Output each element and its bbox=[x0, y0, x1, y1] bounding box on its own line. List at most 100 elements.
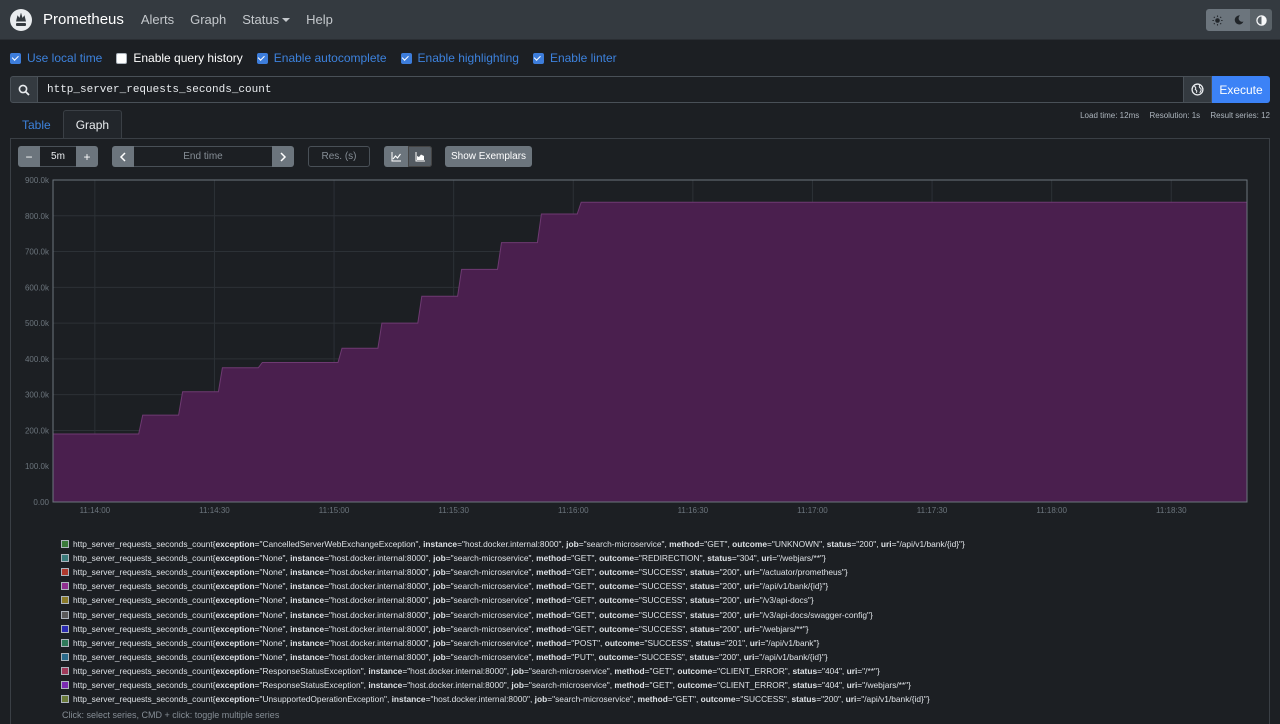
increase-range-button[interactable]: + bbox=[76, 146, 98, 167]
nav-graph[interactable]: Graph bbox=[190, 12, 226, 27]
label-value: ="/api/v1/bank/{id}" bbox=[856, 694, 927, 705]
legend-item[interactable]: http_server_requests_seconds_count{excep… bbox=[61, 650, 965, 664]
legend-item[interactable]: http_server_requests_seconds_count{excep… bbox=[61, 565, 965, 579]
label-key: uri bbox=[845, 694, 857, 705]
sun-icon[interactable] bbox=[1206, 9, 1228, 31]
label-key: method bbox=[536, 609, 567, 620]
theme-toggle-group bbox=[1206, 9, 1272, 31]
checkbox[interactable] bbox=[10, 52, 21, 64]
x-tick-label: 11:14:00 bbox=[80, 506, 111, 515]
label-key: outcome bbox=[732, 539, 768, 550]
expression-input[interactable]: http_server_requests_seconds_count bbox=[38, 76, 1184, 103]
range-input[interactable]: 5m bbox=[40, 146, 76, 167]
label-key: job bbox=[433, 595, 446, 606]
label-key: status bbox=[792, 679, 818, 690]
label-key: job bbox=[433, 623, 446, 634]
label-value: ="201", bbox=[720, 637, 750, 648]
option-label: Use local time bbox=[27, 51, 103, 65]
x-tick-label: 11:16:00 bbox=[558, 506, 589, 515]
y-tick-label: 300.0k bbox=[25, 391, 50, 400]
legend-item[interactable]: http_server_requests_seconds_count{excep… bbox=[61, 692, 965, 706]
label-key: exception bbox=[215, 623, 255, 634]
label-key: exception bbox=[215, 637, 255, 648]
tab-graph[interactable]: Graph bbox=[62, 110, 123, 139]
x-tick-label: 11:18:30 bbox=[1156, 506, 1187, 515]
y-tick-label: 100.0k bbox=[25, 462, 50, 471]
next-time-button[interactable] bbox=[272, 146, 294, 167]
option-enable-highlighting[interactable]: Enable highlighting bbox=[400, 51, 519, 65]
end-time-input[interactable]: End time bbox=[134, 146, 272, 167]
label-key: status bbox=[690, 581, 715, 592]
checkbox[interactable] bbox=[532, 52, 544, 64]
label-key: instance bbox=[290, 623, 325, 634]
legend-item[interactable]: http_server_requests_seconds_count{excep… bbox=[61, 678, 965, 692]
label-value: ="search-microservice", bbox=[445, 581, 537, 592]
x-tick-label: 11:16:30 bbox=[678, 506, 709, 515]
label-key: outcome bbox=[598, 651, 634, 662]
legend-item[interactable]: http_server_requests_seconds_count{excep… bbox=[61, 537, 965, 551]
brand[interactable]: Prometheus bbox=[10, 8, 124, 31]
option-use-local-time[interactable]: Use local time bbox=[10, 51, 102, 65]
decrease-range-button[interactable]: − bbox=[18, 146, 40, 167]
checkbox[interactable] bbox=[116, 52, 128, 64]
x-tick-label: 11:15:30 bbox=[438, 506, 469, 515]
legend-item[interactable]: http_server_requests_seconds_count{excep… bbox=[61, 607, 965, 621]
series-label: http_server_requests_seconds_count{excep… bbox=[73, 665, 880, 676]
nav-status-dropdown[interactable]: Status bbox=[242, 12, 291, 27]
label-key: status bbox=[690, 609, 715, 620]
show-exemplars-button[interactable]: Show Exemplars bbox=[445, 146, 533, 167]
legend-item[interactable]: http_server_requests_seconds_count{excep… bbox=[61, 551, 965, 565]
label-value: ="200", bbox=[851, 539, 881, 550]
contrast-icon[interactable] bbox=[1250, 9, 1272, 31]
checkbox[interactable] bbox=[256, 52, 268, 64]
series-label: http_server_requests_seconds_count{excep… bbox=[73, 679, 911, 690]
legend-item[interactable]: http_server_requests_seconds_count{excep… bbox=[61, 593, 965, 607]
series-color-swatch bbox=[61, 638, 69, 647]
resolution: Resolution: 1s bbox=[1149, 111, 1201, 120]
label-key: outcome bbox=[599, 595, 635, 606]
line-chart-icon[interactable] bbox=[384, 146, 408, 167]
moon-icon[interactable] bbox=[1228, 9, 1250, 31]
label-value: ="search-microservice", bbox=[547, 694, 638, 705]
label-key: uri bbox=[846, 665, 858, 676]
legend-item[interactable]: http_server_requests_seconds_count{excep… bbox=[61, 622, 965, 636]
series-color-swatch bbox=[61, 554, 69, 563]
execute-button[interactable]: Execute bbox=[1212, 76, 1270, 103]
label-value: ="200", bbox=[714, 651, 744, 662]
previous-time-button[interactable] bbox=[112, 146, 134, 167]
y-tick-label: 700.0k bbox=[25, 248, 50, 257]
label-key: job bbox=[511, 665, 524, 676]
nav-alerts[interactable]: Alerts bbox=[141, 12, 174, 27]
y-tick-label: 0.00 bbox=[33, 498, 49, 507]
y-tick-label: 600.0k bbox=[25, 283, 50, 292]
option-enable-autocomplete[interactable]: Enable autocomplete bbox=[256, 51, 387, 65]
series-color-swatch bbox=[61, 568, 69, 577]
label-value: ="host.docker.internal:8000", bbox=[324, 581, 434, 592]
label-key: instance bbox=[290, 637, 325, 648]
x-tick-label: 11:14:30 bbox=[199, 506, 230, 515]
label-value: ="host.docker.internal:8000", bbox=[324, 623, 434, 634]
series-color-swatch bbox=[61, 596, 69, 605]
graph-canvas[interactable]: 0.00 100.0k 200.0k 300.0k 400.0k 500.0k 600.0k… bbox=[0, 170, 1280, 520]
metrics-explorer-globe-icon[interactable] bbox=[1184, 76, 1212, 103]
series-legend: http_server_requests_seconds_count{excep… bbox=[61, 537, 965, 706]
label-value: ="/webjars/**" bbox=[857, 679, 909, 690]
option-enable-query-history[interactable]: Enable query history bbox=[116, 51, 243, 65]
label-value: ="SUCCESS", bbox=[634, 609, 691, 620]
stacked-area-chart-icon[interactable] bbox=[408, 146, 432, 167]
resolution-input[interactable]: Res. (s) bbox=[308, 146, 370, 167]
label-key: exception bbox=[215, 553, 255, 564]
tab-table[interactable]: Table bbox=[10, 110, 63, 139]
label-key: method bbox=[614, 665, 645, 676]
legend-item[interactable]: http_server_requests_seconds_count{excep… bbox=[61, 664, 965, 678]
checkbox[interactable] bbox=[400, 52, 412, 64]
legend-item[interactable]: http_server_requests_seconds_count{excep… bbox=[61, 636, 965, 650]
series-color-swatch bbox=[61, 652, 69, 661]
nav-help[interactable]: Help bbox=[306, 12, 333, 27]
label-key: uri bbox=[749, 637, 761, 648]
option-enable-linter[interactable]: Enable linter bbox=[532, 51, 617, 65]
label-key: instance bbox=[290, 651, 325, 662]
label-key: job bbox=[433, 581, 446, 592]
label-key: method bbox=[614, 679, 645, 690]
legend-item[interactable]: http_server_requests_seconds_count{excep… bbox=[61, 579, 965, 593]
